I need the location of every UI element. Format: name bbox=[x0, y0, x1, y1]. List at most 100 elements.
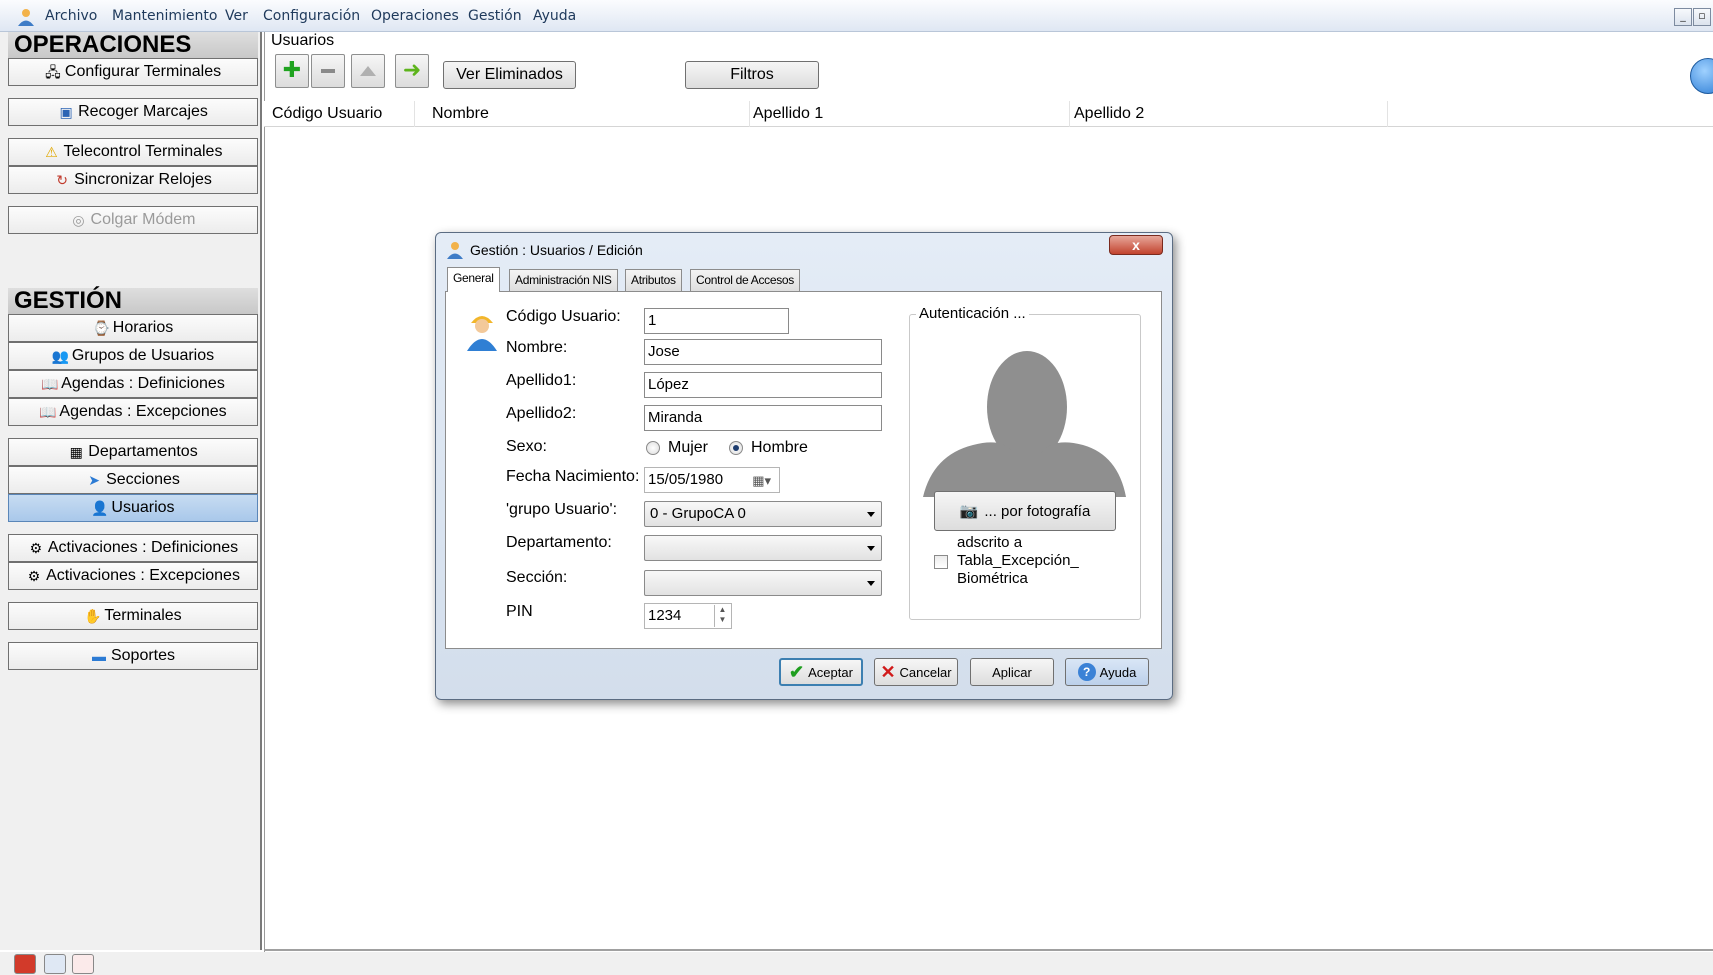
sidebar-item-secciones[interactable]: ➤ Secciones bbox=[8, 466, 258, 494]
sidebar-item-usuarios[interactable]: 👤 Usuarios bbox=[8, 494, 258, 522]
sidebar-item-soportes[interactable]: ▬ Soportes bbox=[8, 642, 258, 670]
cancelar-label: Cancelar bbox=[899, 664, 952, 680]
sidebar-item-agendas-definiciones[interactable]: 📖 Agendas : Definiciones bbox=[8, 370, 258, 398]
hombre-radio[interactable] bbox=[729, 441, 743, 455]
column-apellido-2[interactable]: Apellido 2 bbox=[1074, 105, 1144, 123]
column-apellido-1[interactable]: Apellido 1 bbox=[753, 105, 823, 123]
menu-gestion[interactable]: Gestión bbox=[468, 8, 522, 24]
menu-ayuda[interactable]: Ayuda bbox=[533, 8, 576, 24]
general-tab-panel: Código Usuario: 1 Nombre: Jose Apellido1… bbox=[445, 291, 1162, 649]
restore-icon[interactable]: ▫ bbox=[1693, 8, 1711, 26]
chevron-down-icon bbox=[867, 512, 875, 517]
sidebar-item-activaciones-definiciones[interactable]: ⚙ Activaciones : Definiciones bbox=[8, 534, 258, 562]
tab-administracion-nis[interactable]: Administración NIS bbox=[509, 269, 618, 291]
pin-field[interactable]: 1234 ▲ ▼ bbox=[644, 603, 732, 629]
menu-mantenimiento[interactable]: Mantenimiento bbox=[112, 8, 217, 24]
apellido1-field[interactable]: López bbox=[644, 372, 882, 398]
pin-label: PIN bbox=[506, 603, 533, 620]
move-up-button[interactable] bbox=[351, 54, 385, 88]
user-icon: 👤 bbox=[91, 500, 109, 516]
seccion-select[interactable] bbox=[644, 570, 882, 596]
up-arrow-icon bbox=[360, 66, 376, 76]
authentication-group: Autenticación ... 📷 ... por fotografía a… bbox=[909, 305, 1141, 620]
sidebar-item-configurar-terminales[interactable]: 🖧 Configurar Terminales bbox=[8, 58, 258, 86]
gestion-heading: GESTIÓN bbox=[8, 288, 258, 314]
sidebar-item-label: Telecontrol Terminales bbox=[63, 143, 223, 160]
minimize-icon[interactable]: _ bbox=[1674, 8, 1692, 26]
ayuda-button[interactable]: ? Ayuda bbox=[1065, 658, 1149, 686]
checkbox-label-line2: Tabla_Excepción_ bbox=[957, 552, 1079, 569]
modem-icon: ◎ bbox=[72, 212, 85, 228]
calendar-icon[interactable]: ▦▾ bbox=[752, 469, 771, 492]
apellido2-field[interactable]: Miranda bbox=[644, 405, 882, 431]
grupo-usuario-select[interactable]: 0 - GrupoCA 0 bbox=[644, 501, 882, 527]
export-button[interactable]: ➜ bbox=[395, 54, 429, 88]
aplicar-label: Aplicar bbox=[992, 664, 1032, 680]
aceptar-button[interactable]: ✔ Aceptar bbox=[779, 658, 863, 686]
por-fotografia-button[interactable]: 📷 ... por fotografía bbox=[934, 491, 1116, 531]
sidebar-item-telecontrol-terminales[interactable]: ⚠ Telecontrol Terminales bbox=[8, 138, 258, 166]
camera-icon: 📷 bbox=[959, 503, 979, 520]
sections-icon: ➤ bbox=[88, 472, 100, 488]
mujer-radio[interactable] bbox=[646, 441, 660, 455]
document-icon[interactable] bbox=[44, 954, 66, 974]
departamento-select[interactable] bbox=[644, 535, 882, 561]
tab-atributos[interactable]: Atributos bbox=[625, 269, 682, 291]
nombre-label: Nombre: bbox=[506, 339, 568, 356]
cancelar-button[interactable]: ✕ Cancelar bbox=[874, 658, 958, 686]
sidebar-item-sincronizar-relojes[interactable]: ↻ Sincronizar Relojes bbox=[8, 166, 258, 194]
sidebar-item-recoger-marcajes[interactable]: ▣ Recoger Marcajes bbox=[8, 98, 258, 126]
fecha-nacimiento-field[interactable]: 15/05/1980 ▦▾ bbox=[644, 467, 780, 493]
sidebar-item-colgar-modem[interactable]: ◎ Colgar Módem bbox=[8, 206, 258, 234]
sidebar-item-departamentos[interactable]: ▦ Departamentos bbox=[8, 438, 258, 466]
biometric-exception-checkbox[interactable] bbox=[934, 555, 948, 569]
chevron-down-icon bbox=[867, 546, 875, 551]
codigo-usuario-field[interactable]: 1 bbox=[644, 308, 789, 334]
grupo-usuario-value: 0 - GrupoCA 0 bbox=[650, 505, 746, 522]
sidebar-item-horarios[interactable]: ⌚ Horarios bbox=[8, 314, 258, 342]
sidebar-item-label: Usuarios bbox=[111, 499, 175, 516]
collect-icon: ▣ bbox=[59, 104, 73, 120]
clock-icon[interactable] bbox=[72, 954, 94, 974]
aplicar-button[interactable]: Aplicar bbox=[970, 658, 1054, 686]
remove-button[interactable] bbox=[311, 54, 345, 88]
ayuda-label: Ayuda bbox=[1099, 664, 1137, 680]
por-fotografia-label: ... por fotografía bbox=[984, 502, 1091, 520]
sidebar: OPERACIONES 🖧 Configurar Terminales ▣ Re… bbox=[0, 32, 262, 950]
person-silhouette-icon bbox=[923, 351, 1126, 497]
hombre-label: Hombre bbox=[751, 439, 808, 456]
nombre-field[interactable]: Jose bbox=[644, 339, 882, 365]
filtros-button[interactable]: Filtros bbox=[685, 61, 819, 89]
page-title: Usuarios bbox=[271, 32, 335, 49]
menu-ver[interactable]: Ver bbox=[225, 8, 248, 24]
menu-archivo[interactable]: Archivo bbox=[45, 8, 97, 24]
add-button[interactable]: ✚ bbox=[275, 54, 309, 88]
cancel-x-icon: ✕ bbox=[880, 661, 896, 682]
sidebar-item-agendas-excepciones[interactable]: 📖 Agendas : Excepciones bbox=[8, 398, 258, 426]
departamento-label: Departamento: bbox=[506, 534, 612, 551]
sidebar-item-terminales[interactable]: ✋ Terminales bbox=[8, 602, 258, 630]
worker-user-icon bbox=[467, 316, 497, 351]
table-header: Código Usuario Nombre Apellido 1 Apellid… bbox=[264, 101, 1713, 127]
column-codigo-usuario[interactable]: Código Usuario bbox=[272, 105, 382, 123]
sidebar-item-grupos-usuarios[interactable]: 👥 Grupos de Usuarios bbox=[8, 342, 258, 370]
column-nombre[interactable]: Nombre bbox=[432, 105, 489, 123]
sidebar-item-activaciones-excepciones[interactable]: ⚙ Activaciones : Excepciones bbox=[8, 562, 258, 590]
user-edit-dialog: Gestión : Usuarios / Edición x General A… bbox=[435, 232, 1173, 700]
ver-eliminados-button[interactable]: Ver Eliminados bbox=[443, 61, 576, 89]
fecha-nacimiento-label: Fecha Nacimiento: bbox=[506, 468, 640, 485]
checkbox-label-line3: Biométrica bbox=[957, 570, 1028, 587]
column-separator bbox=[749, 101, 750, 127]
tab-control-accesos[interactable]: Control de Accesos bbox=[690, 269, 800, 291]
menu-configuracion[interactable]: Configuración bbox=[263, 8, 360, 24]
menu-operaciones[interactable]: Operaciones bbox=[371, 8, 459, 24]
sync-clock-icon: ↻ bbox=[56, 172, 68, 188]
app-user-icon bbox=[18, 9, 34, 26]
sidebar-item-label: Soportes bbox=[110, 647, 176, 664]
close-button[interactable]: x bbox=[1109, 235, 1163, 255]
sidebar-item-label: Departamentos bbox=[88, 443, 198, 460]
alarm-icon[interactable] bbox=[14, 954, 36, 974]
tab-general[interactable]: General bbox=[447, 267, 500, 292]
fecha-nacimiento-value: 15/05/1980 bbox=[648, 471, 724, 488]
spinner-icon[interactable]: ▲ ▼ bbox=[714, 605, 730, 627]
